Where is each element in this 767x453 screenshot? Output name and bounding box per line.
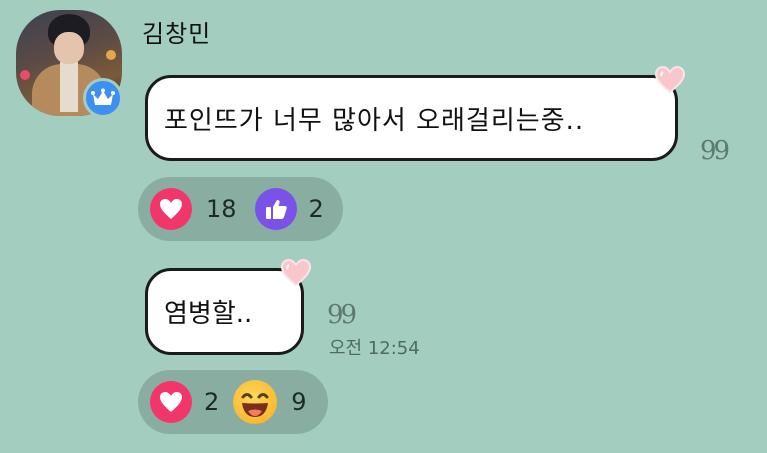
message-text: 염병할..	[164, 299, 253, 329]
reaction-bar: 2 9	[138, 370, 328, 434]
thumbs-up-icon	[254, 188, 297, 230]
sender-name[interactable]: 김창민	[142, 14, 211, 49]
reaction-count: 9	[291, 388, 307, 416]
reaction-heart[interactable]: 18	[150, 188, 237, 230]
reaction-like[interactable]: 2	[254, 188, 324, 230]
heart-icon	[150, 188, 192, 230]
reaction-bar: 18 2	[138, 177, 343, 241]
reply-quote-icon[interactable]: 99	[327, 300, 357, 330]
message-bubble[interactable]: 포인뜨가 너무 많아서 오래걸리는중..	[145, 75, 678, 161]
avatar-photo-bg	[20, 70, 30, 80]
reaction-count: 18	[206, 195, 237, 223]
avatar-photo-scarf	[60, 62, 78, 112]
reaction-heart[interactable]: 2	[150, 381, 219, 423]
heart-icon	[150, 381, 192, 423]
reaction-laugh[interactable]: 9	[233, 380, 307, 424]
crown-icon	[83, 78, 123, 118]
reaction-count: 2	[204, 388, 220, 416]
message-text: 포인뜨가 너무 많아서 오래걸리는중..	[164, 105, 585, 136]
reaction-count: 2	[308, 195, 324, 223]
heart-decoration-icon	[655, 66, 685, 94]
heart-decoration-icon	[281, 259, 311, 287]
avatar-photo-face	[54, 32, 84, 64]
reply-quote-icon[interactable]: 99	[700, 136, 730, 166]
message-time: 오전 12:54	[329, 338, 420, 359]
laughing-emoji-icon	[233, 380, 278, 424]
